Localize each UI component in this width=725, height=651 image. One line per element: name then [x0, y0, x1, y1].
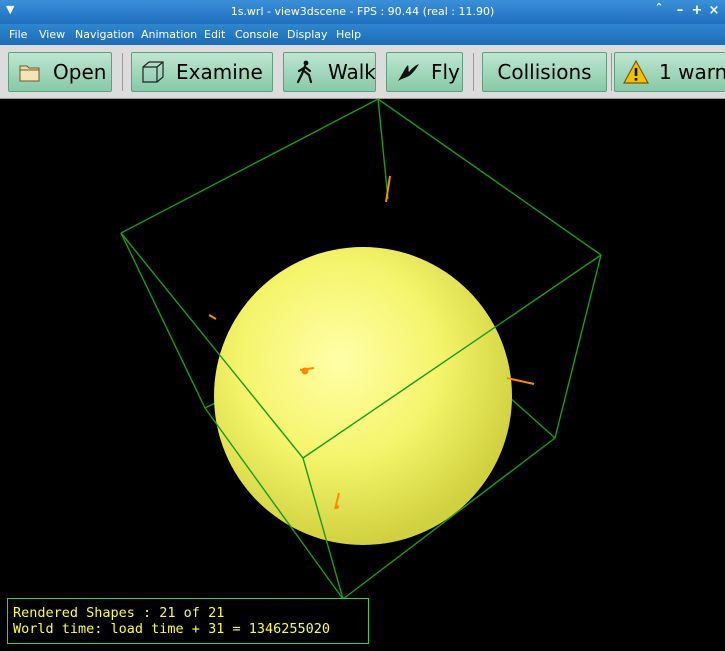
warnings-label: 1 warnings — [659, 60, 725, 84]
bottom-marker — [335, 505, 339, 509]
menu-bar: File View Navigation Animation Edit Cons… — [0, 24, 725, 45]
bird-icon — [398, 64, 419, 81]
menu-edit[interactable]: Edit — [204, 28, 225, 41]
fly-label: Fly — [431, 60, 460, 84]
minimize-icon[interactable]: ˆ — [651, 3, 667, 19]
rendered-shapes-text: Rendered Shapes : 21 of 21 — [13, 605, 225, 621]
collisions-label: Collisions — [497, 60, 592, 84]
menu-navigation[interactable]: Navigation — [75, 28, 134, 41]
menu-display[interactable]: Display — [287, 28, 328, 41]
world-time-text: World time: load time + 31 = 1346255020 — [13, 621, 330, 637]
toolbar-separator — [611, 53, 612, 91]
open-label: Open — [53, 60, 107, 84]
warnings-button[interactable]: 1 warnings — [614, 52, 725, 92]
menu-help[interactable]: Help — [336, 28, 361, 41]
menu-console[interactable]: Console — [235, 28, 279, 41]
window-title: 1s.wrl - view3dscene - FPS : 90.44 (real… — [230, 5, 495, 18]
scene-canvas[interactable] — [0, 99, 725, 651]
close-icon[interactable]: × — [706, 3, 722, 19]
toolbar-separator — [122, 53, 123, 91]
walk-button[interactable]: Walk — [283, 52, 376, 92]
walking-person-icon — [296, 60, 313, 84]
menu-view[interactable]: View — [39, 28, 65, 41]
examine-button[interactable]: Examine — [131, 52, 273, 92]
walk-label: Walk — [328, 60, 376, 84]
folder-icon — [19, 65, 40, 82]
open-button[interactable]: Open — [8, 52, 112, 92]
examine-label: Examine — [176, 60, 263, 84]
maximize-icon[interactable]: + — [689, 3, 705, 19]
collisions-button[interactable]: Collisions — [482, 52, 607, 92]
toolbar: Open Examine Walk Fly Collisions 1 warn — [0, 45, 725, 99]
restore-icon[interactable]: – — [672, 3, 688, 19]
fly-button[interactable]: Fly — [386, 52, 463, 92]
cube-icon — [142, 61, 164, 83]
warning-triangle-icon — [623, 59, 649, 84]
menu-file[interactable]: File — [9, 28, 27, 41]
status-overlay: Rendered Shapes : 21 of 21 World time: l… — [7, 598, 369, 644]
center-marker — [301, 367, 309, 375]
yellow-sphere — [214, 247, 512, 545]
3d-viewport[interactable] — [0, 99, 725, 651]
title-bar: ▼ 1s.wrl - view3dscene - FPS : 90.44 (re… — [0, 0, 725, 24]
toolbar-separator — [473, 53, 474, 91]
menu-animation[interactable]: Animation — [141, 28, 197, 41]
